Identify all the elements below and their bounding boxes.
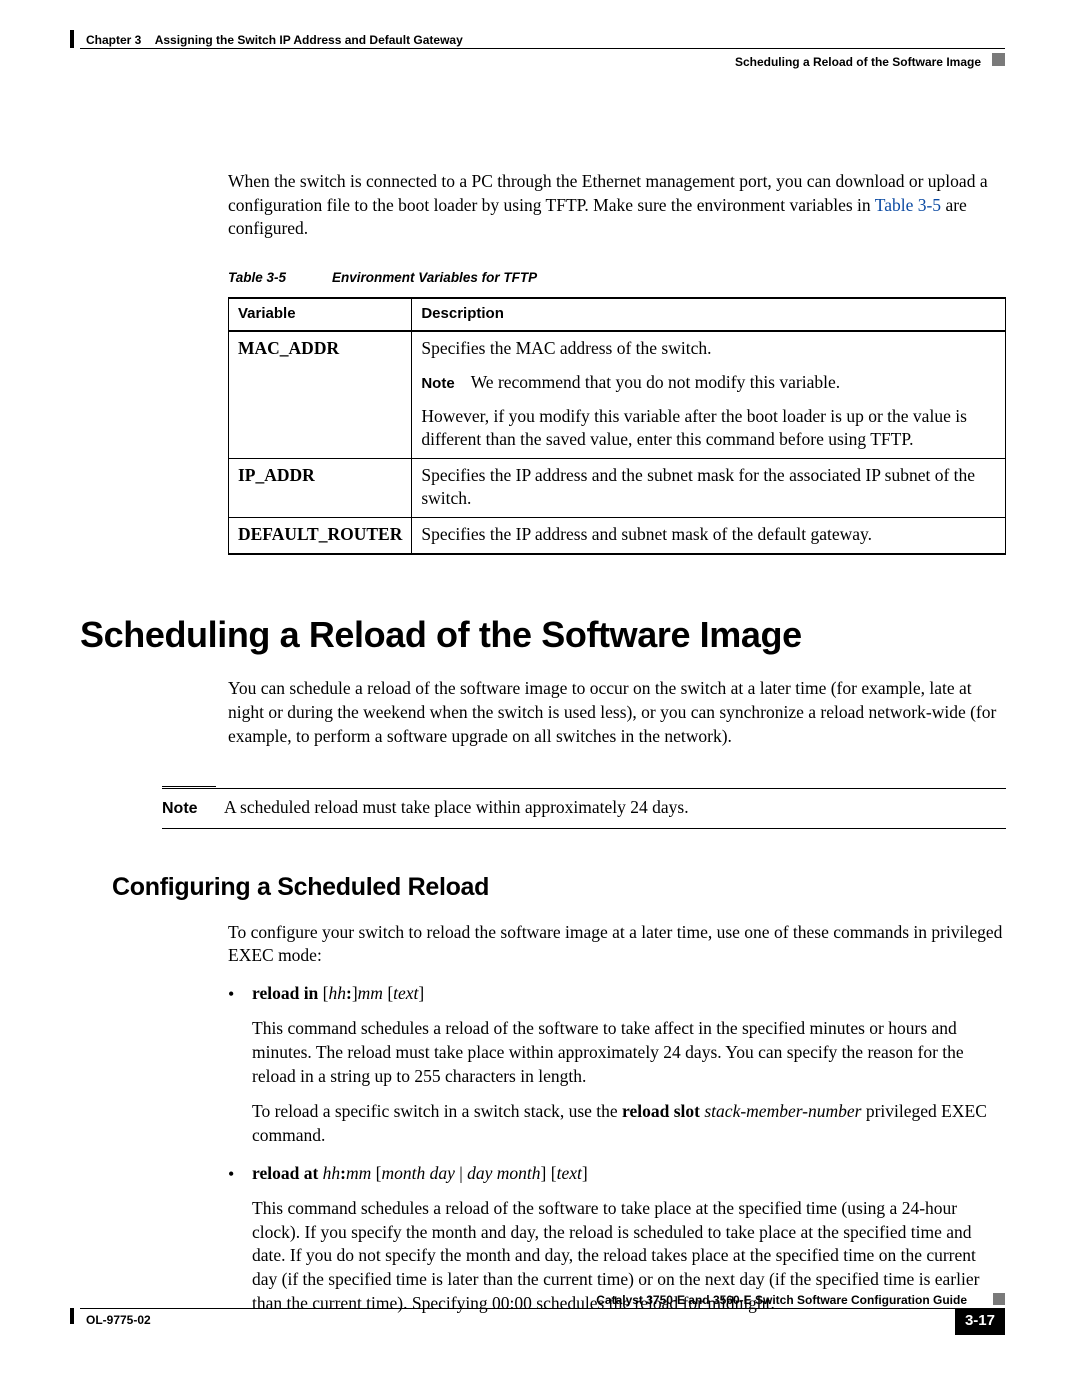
table-header-row: Variable Description xyxy=(229,298,1006,331)
cmd-arg: text xyxy=(557,1163,582,1183)
desc-note: Note We recommend that you do not modify … xyxy=(421,371,996,395)
intro-paragraph: When the switch is connected to a PC thr… xyxy=(228,170,1006,241)
var-name: MAC_ADDR xyxy=(229,331,412,458)
list-item: reload in [hh:]mm [text] This command sc… xyxy=(252,982,1004,1148)
command-syntax: reload at hh:mm [month day | day month] … xyxy=(252,1163,588,1183)
cmd-arg: hh xyxy=(329,983,347,1003)
section-intro: You can schedule a reload of the softwar… xyxy=(228,677,1006,748)
desc-line: Specifies the MAC address of the switch. xyxy=(421,337,996,361)
table-caption: Table 3-5 Environment Variables for TFTP xyxy=(228,269,1005,287)
table-row: DEFAULT_ROUTER Specifies the IP address … xyxy=(229,518,1006,554)
note-label: Note xyxy=(162,798,224,820)
page-footer: Catalyst 3750-E and 3560-E Switch Softwa… xyxy=(80,1290,1005,1350)
running-head-left: Chapter 3 Assigning the Switch IP Addres… xyxy=(86,32,463,48)
intro-text-a: When the switch is connected to a PC thr… xyxy=(228,171,988,215)
env-variables-table: Variable Description MAC_ADDR Specifies … xyxy=(228,297,1006,555)
note-row: Note A scheduled reload must take place … xyxy=(162,789,1006,828)
desc-line: However, if you modify this variable aft… xyxy=(421,405,996,452)
header-square-icon xyxy=(992,53,1005,66)
chapter-title: Assigning the Switch IP Address and Defa… xyxy=(155,33,463,47)
page-header: Chapter 3 Assigning the Switch IP Addres… xyxy=(80,30,1005,76)
cmd-arg: text xyxy=(393,983,418,1003)
var-name: DEFAULT_ROUTER xyxy=(229,518,412,554)
footer-bar-icon xyxy=(70,1308,74,1324)
table-title: Environment Variables for TFTP xyxy=(332,270,537,285)
table-number: Table 3-5 xyxy=(228,270,286,285)
col-header-variable: Variable xyxy=(229,298,412,331)
note-text: A scheduled reload must take place withi… xyxy=(224,796,689,820)
note-text: We recommend that you do not modify this… xyxy=(471,372,840,392)
cmd-arg: mm xyxy=(358,983,383,1003)
page: Chapter 3 Assigning the Switch IP Addres… xyxy=(80,30,1005,1350)
cmd-arg: hh xyxy=(323,1163,341,1183)
footer-rule xyxy=(80,1308,970,1309)
cmd-arg: month day xyxy=(381,1163,454,1183)
note-top-rule xyxy=(162,786,216,787)
table-row: IP_ADDR Specifies the IP address and the… xyxy=(229,458,1006,517)
chapter-label: Chapter 3 xyxy=(86,33,141,47)
note-label: Note xyxy=(421,375,454,392)
page-number: 3-17 xyxy=(955,1308,1005,1335)
note-rule xyxy=(162,828,1006,829)
footer-square-icon xyxy=(993,1293,1005,1305)
var-name: IP_ADDR xyxy=(229,458,412,517)
var-desc: Specifies the IP address and subnet mask… xyxy=(412,518,1006,554)
header-rule-icon xyxy=(70,30,74,48)
running-head-right: Scheduling a Reload of the Software Imag… xyxy=(735,54,981,70)
cmd-keyword: reload at xyxy=(252,1163,318,1183)
footer-title: Catalyst 3750-E and 3560-E Switch Softwa… xyxy=(596,1292,967,1308)
var-desc: Specifies the IP address and the subnet … xyxy=(412,458,1006,517)
command-list: reload in [hh:]mm [text] This command sc… xyxy=(252,982,1004,1316)
cmd-arg: mm xyxy=(346,1163,371,1183)
section-heading: Scheduling a Reload of the Software Imag… xyxy=(80,611,1005,660)
footer-doc-number: OL-9775-02 xyxy=(86,1312,151,1328)
note-block: Note A scheduled reload must take place … xyxy=(162,786,1006,829)
cmd-keyword: reload slot xyxy=(622,1101,700,1121)
text: To reload a specific switch in a switch … xyxy=(252,1101,622,1121)
var-desc: Specifies the MAC address of the switch.… xyxy=(412,331,1006,458)
cmd-keyword: reload in xyxy=(252,983,318,1003)
command-syntax: reload in [hh:]mm [text] xyxy=(252,983,424,1003)
col-header-description: Description xyxy=(412,298,1006,331)
table-link[interactable]: Table 3-5 xyxy=(875,195,941,215)
cmd-arg: stack-member-number xyxy=(700,1101,861,1121)
command-desc: This command schedules a reload of the s… xyxy=(252,1017,1004,1088)
header-underline xyxy=(80,48,1005,49)
table-row: MAC_ADDR Specifies the MAC address of th… xyxy=(229,331,1006,458)
cmd-arg: day month xyxy=(467,1163,540,1183)
subsection-heading: Configuring a Scheduled Reload xyxy=(112,871,1005,905)
cmd-pipe: | xyxy=(455,1163,467,1183)
subsection-intro: To configure your switch to reload the s… xyxy=(228,921,1006,968)
command-desc: To reload a specific switch in a switch … xyxy=(252,1100,1004,1147)
